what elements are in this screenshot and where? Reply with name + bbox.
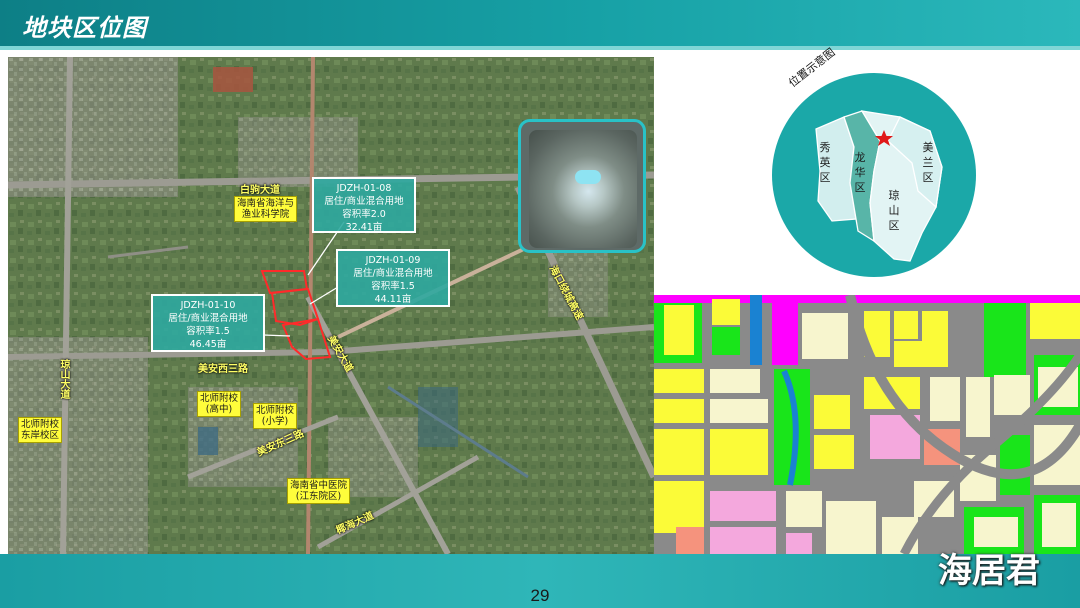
- parcel-use: 居住/商业混合用地: [324, 196, 404, 207]
- poi-tag: 北师附校 (小学): [253, 403, 298, 429]
- district-label-xiuying: 秀英区: [819, 141, 831, 184]
- blurred-inset-image: [529, 130, 637, 248]
- parcel-use: 居住/商业混合用地: [353, 268, 433, 279]
- header-stripe: [0, 46, 1080, 50]
- parcel-far: 容积率1.5: [186, 326, 230, 337]
- location-map-graphic: [772, 73, 976, 277]
- road-label: 白驹大道: [240, 185, 280, 196]
- thumbnail-inset: [518, 119, 646, 253]
- land-use-planning-map: [654, 295, 1080, 554]
- poi-tag: 北师附校 (高中): [197, 391, 242, 417]
- parcel-far: 容积率1.5: [371, 281, 415, 292]
- poi-tag-line: (江东院区): [295, 491, 342, 502]
- district-label-longhua: 龙华区: [854, 151, 866, 194]
- road-label: 琼山大道: [58, 359, 69, 399]
- poi-tag-line: 北师附校: [256, 405, 295, 416]
- parcel-far: 容积率2.0: [342, 209, 386, 220]
- poi-tag-line: 海南省海洋与: [237, 198, 295, 209]
- parcel-code: JDZH-01-08: [336, 183, 392, 194]
- parcel-area: 44.11亩: [374, 294, 412, 305]
- parcel-code: JDZH-01-10: [180, 300, 236, 311]
- page-title: 地块区位图: [22, 14, 147, 42]
- poi-tag-line: 海南省中医院: [290, 480, 348, 491]
- poi-tag: 北师附校 东岸校区: [18, 417, 63, 443]
- page-number: 29: [530, 586, 550, 605]
- district-label-qiongshan: 琼山区: [888, 189, 900, 232]
- poi-tag-line: (高中): [205, 404, 233, 415]
- parcel-area: 46.45亩: [189, 339, 227, 350]
- poi-tag-line: 北师附校: [21, 419, 60, 430]
- poi-tag-line: 渔业科学院: [241, 209, 290, 220]
- poi-tag-line: (小学): [261, 416, 289, 427]
- watermark-text: 海居君: [938, 551, 1040, 591]
- parcel-use: 居住/商业混合用地: [168, 313, 248, 324]
- parcel-callout-10: JDZH-01-10 居住/商业混合用地 容积率1.5 46.45亩: [151, 294, 265, 352]
- header-bar: 地块区位图: [0, 0, 1080, 50]
- district-label-meilan: 美兰区: [922, 141, 934, 184]
- parcel-callout-08: JDZH-01-08 居住/商业混合用地 容积率2.0 32.41亩: [312, 177, 416, 233]
- road-label: 美安西三路: [198, 364, 248, 375]
- planning-map-graphic: [654, 295, 1080, 554]
- satellite-map: 白驹大道 美安西三路 琼山大道 海口绕城高速 美安东三路 美安大道 椰海大道 海…: [8, 57, 654, 554]
- inset-water: [575, 170, 601, 184]
- poi-tag: 海南省中医院 (江东院区): [287, 478, 351, 504]
- poi-tag-line: 北师附校: [200, 393, 239, 404]
- parcel-callout-09: JDZH-01-09 居住/商业混合用地 容积率1.5 44.11亩: [336, 249, 450, 307]
- parcel-area: 32.41亩: [345, 222, 383, 233]
- parcel-code: JDZH-01-09: [365, 255, 421, 266]
- location-map: [770, 71, 978, 279]
- poi-tag-line: 东岸校区: [21, 430, 60, 441]
- poi-tag: 海南省海洋与 渔业科学院: [234, 196, 298, 222]
